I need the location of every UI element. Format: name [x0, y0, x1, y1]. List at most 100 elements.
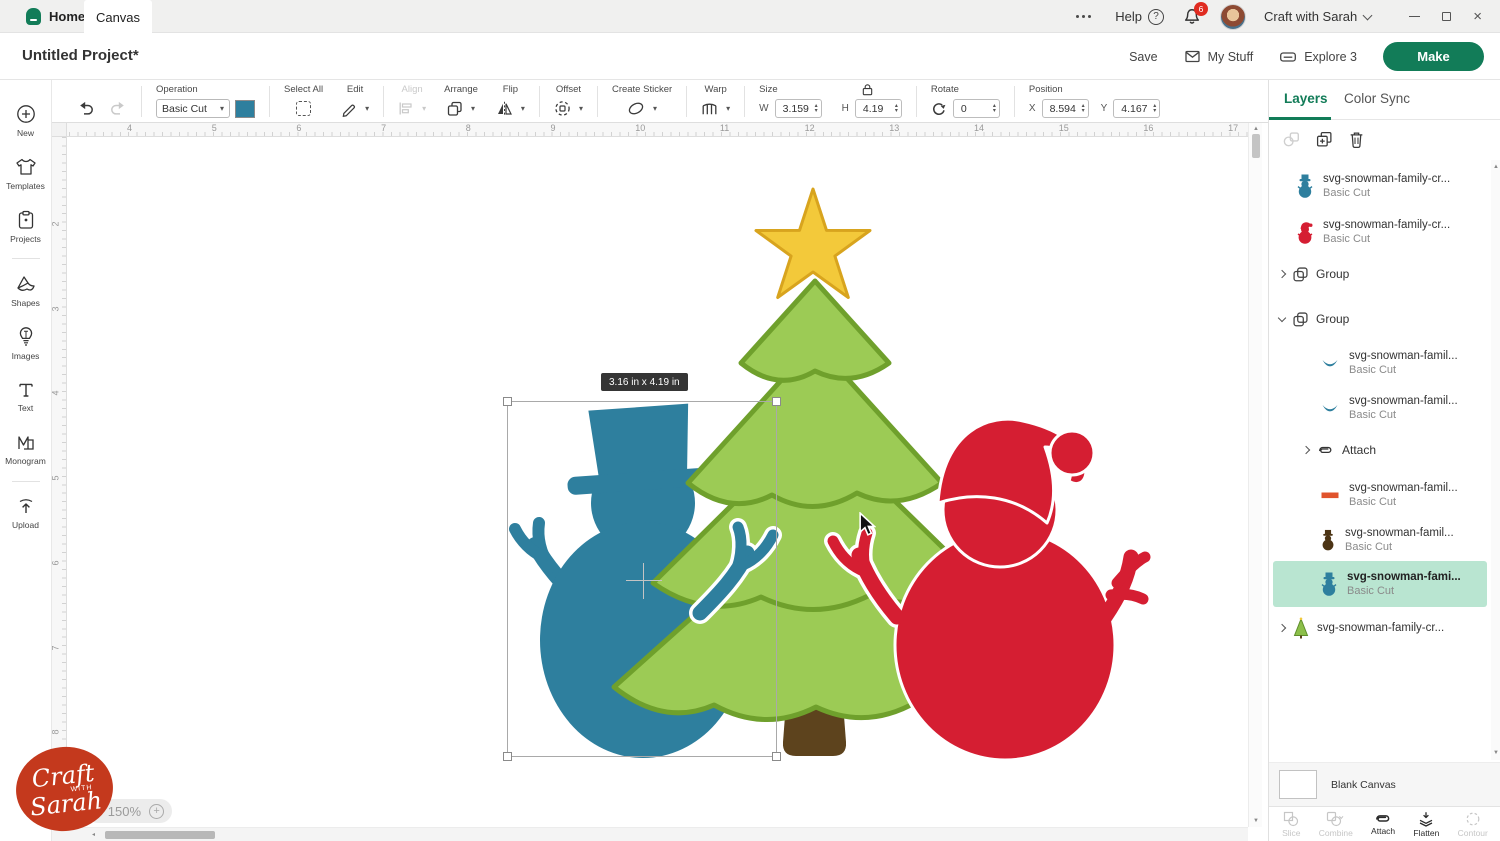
layer-row[interactable]: svg-snowman-famil... Basic Cut: [1269, 472, 1489, 518]
resize-handle-bottom-left[interactable]: [503, 752, 512, 761]
chevron-down-icon[interactable]: ▾: [579, 104, 583, 113]
sidebar-item-shapes[interactable]: Shapes: [0, 264, 52, 317]
attach-button[interactable]: Attach: [1371, 813, 1395, 836]
contour-button[interactable]: Contour: [1458, 811, 1488, 838]
sidebar-item-new[interactable]: New: [0, 94, 52, 147]
sidebar-item-templates[interactable]: Templates: [0, 147, 52, 200]
scroll-left-icon[interactable]: ◂: [92, 832, 95, 838]
flip-button[interactable]: [496, 101, 513, 116]
undo-button[interactable]: [77, 99, 95, 115]
y-stepper[interactable]: 4.167 ▴ ▾: [1113, 99, 1161, 118]
layers-scrollbar[interactable]: ▲ ▼: [1491, 160, 1500, 760]
contour-icon: [1466, 812, 1480, 825]
sidebar-item-monogram[interactable]: Monogram: [0, 423, 52, 476]
trash-icon[interactable]: [1349, 131, 1364, 148]
canvas-vertical-scrollbar[interactable]: ▲ ▼: [1248, 123, 1262, 827]
warp-button[interactable]: [701, 101, 718, 117]
chevron-right-icon[interactable]: [1301, 445, 1311, 455]
group-row[interactable]: svg-snowman-family-cr...: [1269, 612, 1489, 644]
vertical-scroll-thumb[interactable]: [1252, 134, 1260, 158]
horizontal-scroll-thumb[interactable]: [105, 831, 215, 839]
sidebar-item-text[interactable]: Text: [0, 370, 52, 423]
menu-dots-icon[interactable]: [1076, 15, 1092, 18]
flatten-icon: [1420, 811, 1433, 827]
chevron-down-icon[interactable]: [1277, 313, 1287, 322]
close-button[interactable]: ×: [1473, 9, 1482, 24]
sidebar-item-images[interactable]: Images: [0, 317, 52, 370]
chevron-down-icon[interactable]: ▾: [521, 104, 525, 113]
layer-color-swatch[interactable]: [235, 99, 255, 118]
project-header: Untitled Project* Save My Stuff Explore …: [0, 33, 1500, 80]
explore-button[interactable]: Explore 3: [1279, 49, 1357, 64]
chevron-down-icon[interactable]: ▾: [365, 104, 369, 113]
make-button[interactable]: Make: [1383, 42, 1484, 71]
duplicate-icon[interactable]: [1316, 131, 1333, 148]
sidebar-item-projects[interactable]: Projects: [0, 200, 52, 253]
scroll-up-icon[interactable]: ▲: [1253, 126, 1259, 132]
avatar[interactable]: [1220, 3, 1247, 30]
canvas-horizontal-scrollbar[interactable]: ◂: [52, 827, 1248, 841]
weld-icon[interactable]: [1283, 131, 1300, 148]
layer-row[interactable]: svg-snowman-family-cr... Basic Cut: [1269, 209, 1489, 255]
resize-handle-top-left[interactable]: [503, 397, 512, 406]
maximize-button[interactable]: [1442, 12, 1452, 21]
group-row[interactable]: Group: [1269, 258, 1489, 290]
redo-button[interactable]: [109, 99, 127, 115]
chevron-down-icon[interactable]: ▾: [653, 104, 657, 113]
scroll-down-icon[interactable]: ▼: [1253, 818, 1259, 824]
project-title[interactable]: Untitled Project*: [22, 47, 139, 64]
scroll-up-icon[interactable]: ▲: [1493, 164, 1499, 170]
layer-row-selected[interactable]: svg-snowman-fami... Basic Cut: [1273, 561, 1487, 607]
notifications-button[interactable]: 6: [1182, 1, 1209, 27]
chevron-down-icon[interactable]: ▾: [726, 104, 730, 113]
flatten-button[interactable]: Flatten: [1413, 811, 1439, 838]
question-mark-icon: ?: [1148, 8, 1165, 25]
size-label: Size: [759, 84, 778, 95]
ruler-number: 6: [296, 123, 302, 133]
my-stuff-button[interactable]: My Stuff: [1184, 49, 1253, 64]
help-button[interactable]: Help ?: [1115, 8, 1165, 25]
layer-row[interactable]: svg-snowman-famil... Basic Cut: [1269, 340, 1489, 386]
lock-icon[interactable]: [861, 83, 874, 96]
ruler-number: 5: [211, 123, 217, 133]
layer-row[interactable]: svg-snowman-famil... Basic Cut: [1269, 517, 1489, 563]
chevron-down-icon[interactable]: ▾: [471, 104, 475, 113]
layer-row[interactable]: svg-snowman-family-cr... Basic Cut: [1269, 163, 1489, 209]
combine-button[interactable]: Combine: [1319, 811, 1353, 838]
rotate-stepper[interactable]: 0 ▴ ▾: [952, 99, 1000, 118]
height-stepper[interactable]: 4.19 ▴ ▾: [854, 99, 902, 118]
slice-button[interactable]: Slice: [1282, 811, 1301, 838]
ruler-number: 7: [50, 644, 61, 651]
pencil-icon[interactable]: [341, 101, 357, 117]
arrange-button[interactable]: [447, 101, 463, 117]
width-label: W: [759, 103, 769, 114]
attach-row[interactable]: Attach: [1269, 434, 1489, 466]
chevron-right-icon[interactable]: [1277, 269, 1287, 279]
offset-button[interactable]: [554, 100, 571, 117]
account-menu[interactable]: Craft with Sarah: [1264, 9, 1373, 24]
chevron-right-icon[interactable]: [1277, 623, 1287, 633]
resize-handle-top-right[interactable]: [772, 397, 781, 406]
operation-select[interactable]: Basic Cut ▾: [156, 99, 230, 118]
tab-layers[interactable]: Layers: [1284, 91, 1328, 106]
width-stepper[interactable]: 3.159 ▴ ▾: [774, 99, 822, 118]
save-button[interactable]: Save: [1129, 50, 1158, 64]
position-label: Position: [1028, 84, 1063, 95]
group-row[interactable]: Group: [1269, 303, 1489, 335]
selection-bounding-box[interactable]: [503, 397, 781, 761]
layer-row[interactable]: svg-snowman-famil... Basic Cut: [1269, 385, 1489, 431]
divider: [1013, 86, 1015, 117]
select-all-button[interactable]: [296, 101, 312, 116]
rotate-icon[interactable]: [931, 101, 947, 117]
tab-color-sync[interactable]: Color Sync: [1344, 91, 1410, 106]
minimize-button[interactable]: [1409, 15, 1421, 18]
scroll-down-icon[interactable]: ▼: [1493, 750, 1499, 756]
align-button[interactable]: [398, 101, 414, 116]
blank-canvas-row[interactable]: Blank Canvas: [1269, 762, 1500, 806]
resize-handle-bottom-right[interactable]: [772, 752, 781, 761]
zoom-in-icon[interactable]: +: [149, 803, 164, 819]
tab-canvas[interactable]: Canvas: [84, 0, 152, 34]
sidebar-item-upload[interactable]: Upload: [0, 487, 52, 540]
create-sticker-button[interactable]: [627, 100, 645, 117]
x-stepper[interactable]: 8.594 ▴ ▾: [1041, 99, 1089, 118]
